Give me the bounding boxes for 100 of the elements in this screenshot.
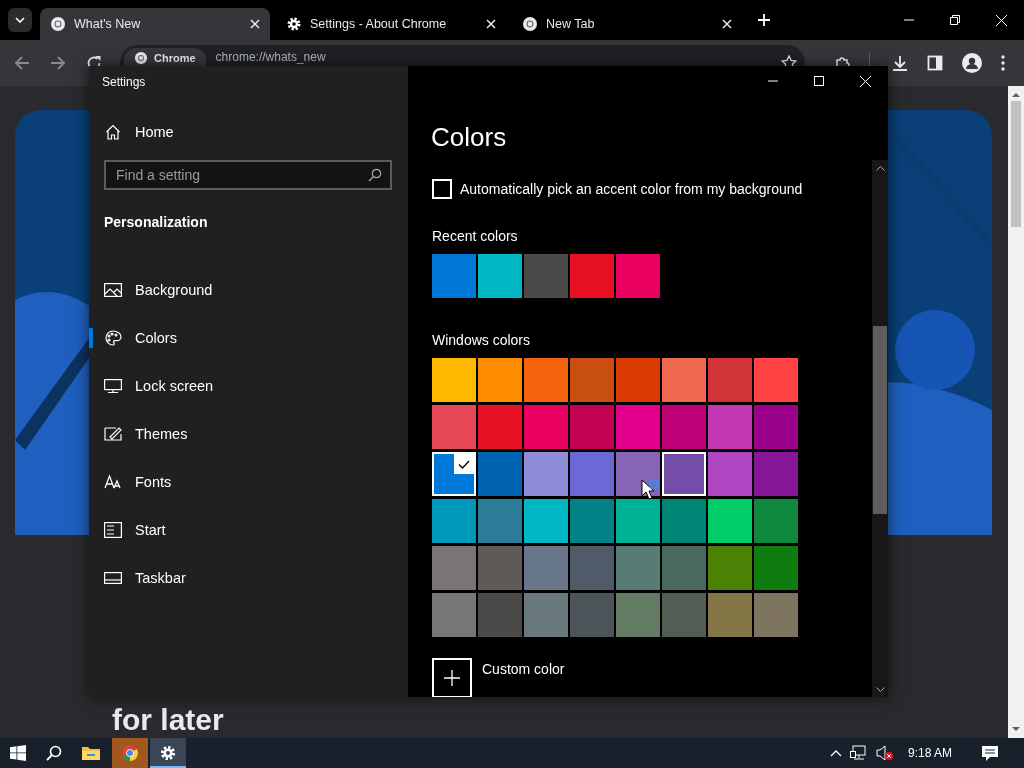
- color-swatch[interactable]: [478, 546, 522, 590]
- scroll-thumb[interactable]: [873, 326, 887, 514]
- color-swatch[interactable]: [708, 405, 752, 449]
- nav-item[interactable]: Colors: [89, 314, 408, 362]
- color-swatch[interactable]: [524, 593, 568, 637]
- page-heading: for later: [112, 705, 225, 735]
- color-swatch[interactable]: [662, 358, 706, 402]
- color-swatch[interactable]: [570, 452, 614, 496]
- color-swatch[interactable]: [570, 593, 614, 637]
- scroll-down-icon[interactable]: [875, 687, 885, 692]
- nav-item[interactable]: Taskbar: [89, 554, 408, 602]
- color-swatch[interactable]: [570, 358, 614, 402]
- color-swatch[interactable]: [708, 358, 752, 402]
- restore-icon: [950, 15, 960, 25]
- browser-tab[interactable]: New Tab: [512, 8, 742, 40]
- caret-up-icon[interactable]: [829, 749, 842, 757]
- color-swatch[interactable]: [570, 254, 614, 298]
- color-swatch[interactable]: [708, 593, 752, 637]
- custom-color-button[interactable]: [432, 658, 472, 697]
- color-swatch[interactable]: [432, 254, 476, 298]
- color-swatch[interactable]: [432, 546, 476, 590]
- color-swatch[interactable]: [708, 499, 752, 543]
- color-swatch[interactable]: [754, 593, 798, 637]
- color-swatch[interactable]: [616, 452, 660, 496]
- color-swatch[interactable]: [432, 405, 476, 449]
- gear-icon: [286, 16, 302, 32]
- close-icon[interactable]: [486, 19, 496, 29]
- color-swatch[interactable]: [616, 546, 660, 590]
- custom-color-label[interactable]: Custom color: [482, 660, 565, 678]
- color-swatch[interactable]: [754, 452, 798, 496]
- nav-item[interactable]: Lock screen: [89, 362, 408, 410]
- close-icon[interactable]: [722, 19, 732, 29]
- browser-tab[interactable]: Settings - About Chrome: [276, 8, 506, 40]
- profile-icon[interactable]: [962, 53, 982, 73]
- clock-time[interactable]: 9:18 AM: [907, 746, 952, 760]
- tab-search-button[interactable]: [8, 8, 32, 32]
- scroll-up-icon[interactable]: [1012, 92, 1020, 97]
- search-icon: [368, 168, 382, 182]
- color-swatch[interactable]: [754, 546, 798, 590]
- color-swatch[interactable]: [478, 593, 522, 637]
- color-swatch[interactable]: [662, 499, 706, 543]
- color-swatch[interactable]: [478, 499, 522, 543]
- picture-icon: [104, 282, 122, 298]
- color-swatch[interactable]: [478, 452, 522, 496]
- scroll-up-icon[interactable]: [875, 166, 885, 171]
- color-swatch[interactable]: [662, 593, 706, 637]
- color-swatch[interactable]: [524, 452, 568, 496]
- color-swatch[interactable]: [754, 358, 798, 402]
- color-swatch[interactable]: [616, 499, 660, 543]
- color-swatch[interactable]: [570, 546, 614, 590]
- scrollbar[interactable]: [872, 160, 888, 697]
- close-icon[interactable]: [250, 19, 260, 29]
- notification-icon[interactable]: [982, 745, 998, 761]
- color-swatch[interactable]: [616, 254, 660, 298]
- color-swatch[interactable]: [662, 405, 706, 449]
- side-panel-icon[interactable]: [927, 55, 943, 71]
- color-swatch[interactable]: [616, 405, 660, 449]
- home-link[interactable]: Home: [89, 114, 408, 150]
- color-swatch[interactable]: [478, 358, 522, 402]
- color-swatch[interactable]: [570, 499, 614, 543]
- color-swatch[interactable]: [616, 358, 660, 402]
- color-swatch[interactable]: [432, 499, 476, 543]
- color-swatch[interactable]: [478, 254, 522, 298]
- color-swatch[interactable]: [432, 452, 476, 496]
- scroll-thumb[interactable]: [1011, 101, 1021, 227]
- muted-speaker-icon[interactable]: [875, 745, 894, 761]
- nav-item[interactable]: Start: [89, 506, 408, 554]
- color-swatch[interactable]: [754, 499, 798, 543]
- checkbox-label[interactable]: Automatically pick an accent color from my background: [460, 181, 803, 197]
- nav-item[interactable]: Fonts: [89, 458, 408, 506]
- folder-icon: [82, 745, 100, 761]
- nav-item[interactable]: Themes: [89, 410, 408, 458]
- network-icon[interactable]: [849, 745, 868, 761]
- scroll-down-icon[interactable]: [1012, 727, 1020, 732]
- color-swatch[interactable]: [432, 593, 476, 637]
- color-swatch[interactable]: [616, 593, 660, 637]
- color-swatch[interactable]: [524, 546, 568, 590]
- taskbar-button[interactable]: [150, 738, 186, 768]
- nav-item[interactable]: Background: [89, 266, 408, 314]
- color-swatch[interactable]: [524, 358, 568, 402]
- menu-icon[interactable]: [1001, 55, 1005, 71]
- browser-tab[interactable]: What's New: [40, 8, 270, 40]
- color-swatch[interactable]: [708, 546, 752, 590]
- color-swatch[interactable]: [524, 499, 568, 543]
- checkbox[interactable]: [432, 179, 452, 199]
- url-text: chrome://whats_new: [215, 51, 327, 63]
- search-icon: [46, 745, 62, 761]
- color-swatch[interactable]: [754, 405, 798, 449]
- color-swatch[interactable]: [432, 358, 476, 402]
- color-swatch[interactable]: [662, 546, 706, 590]
- color-swatch[interactable]: [708, 452, 752, 496]
- page-scrollbar[interactable]: [1008, 86, 1024, 738]
- color-swatch[interactable]: [478, 405, 522, 449]
- search-field[interactable]: Find a setting: [104, 160, 392, 190]
- plus-icon: [444, 670, 460, 686]
- color-swatch[interactable]: [662, 452, 706, 496]
- download-icon[interactable]: [892, 55, 908, 71]
- color-swatch[interactable]: [524, 405, 568, 449]
- color-swatch[interactable]: [570, 405, 614, 449]
- color-swatch[interactable]: [524, 254, 568, 298]
